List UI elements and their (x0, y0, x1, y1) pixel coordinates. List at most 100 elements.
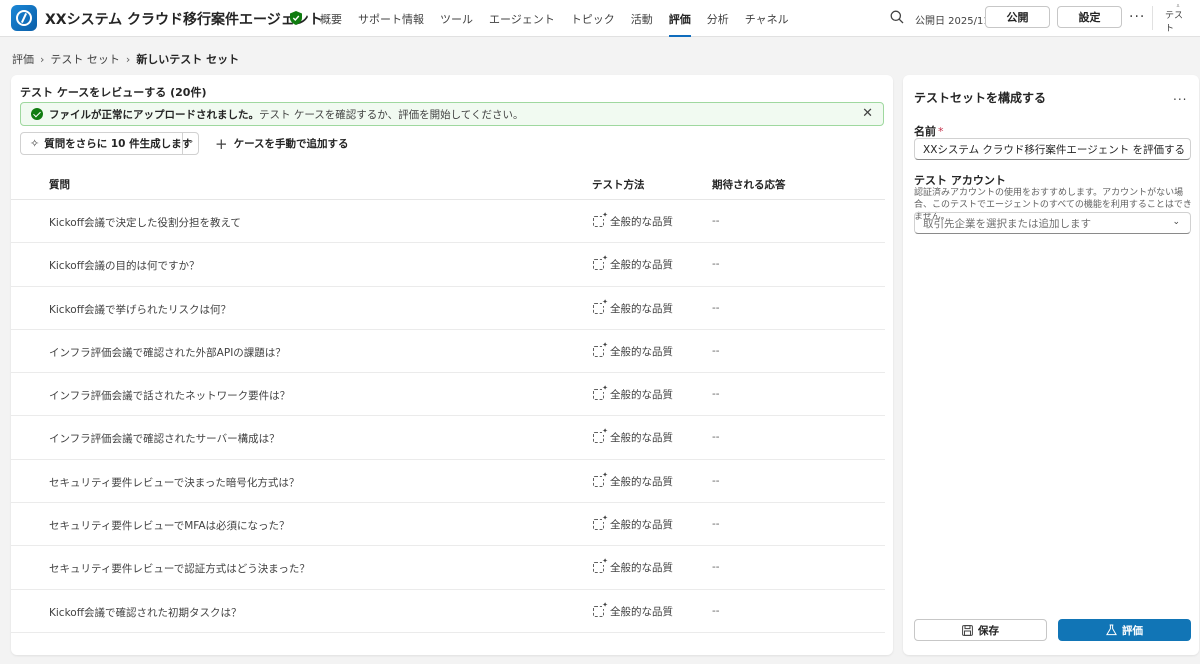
config-more-button[interactable]: ... (1173, 89, 1187, 103)
quality-icon (593, 427, 608, 444)
column-test-method[interactable]: テスト方法 (592, 177, 645, 192)
expected-response-cell: -- (712, 388, 720, 401)
add-case-manually-button[interactable]: + ケースを手動で追加する (215, 136, 349, 151)
quality-icon (593, 470, 608, 487)
chevron-right-icon: › (40, 52, 45, 66)
test-method-label: 全般的な品質 (610, 519, 673, 532)
nav-item-8[interactable]: チャネル (737, 0, 797, 37)
nav-item-2[interactable]: ツール (432, 0, 481, 37)
account-select[interactable]: 取引先企業を選択または追加します ⌄ (914, 212, 1191, 234)
generate-questions-button[interactable]: ✧ 質問をさらに 10 件生成します ⌄ (20, 132, 199, 155)
chevron-down-icon[interactable]: ⌄ (187, 136, 195, 146)
test-method-cell: 全般的な品質 (593, 600, 673, 619)
table-row[interactable]: Kickoff会議の目的は何ですか？ 全般的な品質 -- (11, 243, 885, 287)
close-icon[interactable]: ✕ (862, 107, 873, 120)
test-method-cell: 全般的な品質 (593, 254, 673, 272)
table-row[interactable]: Kickoff会議で決定した役割分担を教えて 全般的な品質 -- (11, 200, 885, 244)
nav-item-1[interactable]: サポート情報 (350, 0, 432, 37)
test-method-cell: 全般的な品質 (593, 340, 673, 359)
question-cell: セキュリティ要件レビューで認証方式はどう決まった？ (49, 563, 310, 576)
question-cell: インフラ評価会議で確認された外部APIの課題は？ (49, 346, 286, 359)
chevron-down-icon: ⌄ (1172, 217, 1180, 227)
quality-icon (593, 514, 608, 531)
quality-icon (593, 254, 608, 271)
expected-response-cell: -- (712, 518, 720, 531)
search-icon[interactable] (890, 10, 904, 24)
test-method-cell: 全般的な品質 (593, 384, 673, 402)
question-cell: セキュリティ要件レビューで決まった暗号化方式は？ (49, 476, 300, 489)
add-case-label: ケースを手動で追加する (233, 138, 349, 150)
test-method-label: 全般的な品質 (610, 389, 673, 402)
expected-response-cell: -- (712, 301, 720, 314)
test-method-cell: 全般的な品質 (593, 427, 673, 445)
question-cell: インフラ評価会議で確認されたサーバー構成は？ (49, 433, 280, 446)
test-method-label: 全般的な品質 (610, 605, 673, 618)
name-label: 名前 * (914, 123, 944, 139)
test-case-table: Kickoff会議で決定した役割分担を教えて全般的な品質--Kickoff会議の… (11, 200, 885, 633)
sparkle-icon: ✧ (30, 137, 40, 150)
table-row[interactable]: インフラ評価会議で確認された外部APIの課題は？ 全般的な品質 -- (11, 330, 885, 374)
main-nav: 概要 サポート情報 ツール エージェント トピック 活動 評価 分析 チャネル (312, 0, 797, 37)
expected-response-cell: -- (712, 344, 720, 357)
success-banner: ファイルが正常にアップロードされました。 テスト ケースを確認するか、評価を開始… (20, 102, 884, 126)
expected-response-cell: -- (712, 604, 720, 617)
table-row[interactable]: セキュリティ要件レビューで認証方式はどう決まった？ 全般的な品質 -- (11, 546, 885, 590)
review-heading: テスト ケースをレビューする (20件) (20, 86, 207, 99)
question-cell: Kickoff会議の目的は何ですか？ (49, 260, 200, 273)
publish-button[interactable]: 公開 (985, 6, 1050, 28)
more-options-button[interactable]: ··· (1129, 9, 1145, 25)
save-button[interactable]: 保存 (914, 619, 1047, 641)
nav-item-6[interactable]: 評価 (661, 0, 699, 37)
table-header: 質問 テスト方法 期待される応答 (11, 169, 885, 200)
evaluate-button[interactable]: 評価 (1058, 619, 1191, 641)
quality-icon (593, 297, 608, 314)
review-panel: テスト ケースをレビューする (20件) ファイルが正常にアップロードされました… (11, 75, 893, 655)
expected-response-cell: -- (712, 561, 720, 574)
test-button[interactable]: テスト (1165, 4, 1191, 34)
nav-item-4[interactable]: トピック (563, 0, 623, 37)
table-row[interactable]: セキュリティ要件レビューで決まった暗号化方式は？ 全般的な品質 -- (11, 460, 885, 504)
question-cell: セキュリティ要件レビューでMFAは必須になった？ (49, 520, 290, 533)
test-method-label: 全般的な品質 (610, 475, 673, 488)
question-cell: インフラ評価会議で話されたネットワーク要件は？ (49, 390, 291, 403)
nav-item-0[interactable]: 概要 (312, 0, 350, 37)
breadcrumb-item-evaluation[interactable]: 評価 (12, 51, 34, 67)
quality-icon (593, 557, 608, 574)
question-cell: Kickoff会議で確認された初期タスクは？ (49, 606, 242, 619)
nav-item-7[interactable]: 分析 (699, 0, 737, 37)
config-panel: テストセットを構成する ... 名前 * XXシステム クラウド移行案件エージェン… (903, 75, 1199, 655)
banner-message: テスト ケースを確認するか、評価を開始してください。 (259, 108, 524, 121)
name-label-text: 名前 (914, 125, 936, 138)
table-row[interactable]: Kickoff会議で挙げられたリスクは何？ 全般的な品質 -- (11, 287, 885, 330)
nav-item-5[interactable]: 活動 (623, 0, 661, 37)
nav-item-3[interactable]: エージェント (481, 0, 563, 37)
settings-button[interactable]: 設定 (1057, 6, 1122, 28)
test-account-label: テスト アカウント (914, 174, 1006, 187)
table-row[interactable]: インフラ評価会議で確認されたサーバー構成は？ 全般的な品質 -- (11, 416, 885, 460)
column-question[interactable]: 質問 (49, 177, 70, 192)
table-row[interactable]: セキュリティ要件レビューでMFAは必須になった？ 全般的な品質 -- (11, 503, 885, 547)
quality-icon (593, 211, 608, 227)
test-method-label: 全般的な品質 (610, 562, 673, 575)
flask-icon (1176, 4, 1180, 7)
expected-response-cell: -- (712, 474, 720, 487)
flask-icon (1106, 624, 1117, 636)
test-method-label: 全般的な品質 (610, 345, 673, 358)
column-expected-response[interactable]: 期待される応答 (712, 177, 786, 192)
evaluate-label: 評価 (1122, 624, 1143, 637)
expected-response-cell: -- (712, 258, 720, 271)
app-title: XXシステム クラウド移行案件エージェント (45, 12, 323, 28)
config-title: テストセットを構成する (914, 91, 1047, 105)
test-method-label: 全般的な品質 (610, 259, 673, 272)
breadcrumb-item-current: 新しいテスト セット (136, 53, 240, 66)
table-row[interactable]: インフラ評価会議で話されたネットワーク要件は？ 全般的な品質 -- (11, 373, 885, 417)
name-field[interactable]: XXシステム クラウド移行案件エージェント を評価する (914, 138, 1191, 160)
test-method-label: 全般的な品質 (610, 302, 673, 315)
save-label: 保存 (978, 624, 999, 637)
top-bar: XXシステム クラウド移行案件エージェント 概要 サポート情報 ツール エージェントト… (0, 0, 1200, 37)
table-row[interactable]: Kickoff会議で確認された初期タスクは？ 全般的な品質 -- (11, 590, 885, 633)
question-cell: Kickoff会議で挙げられたリスクは何？ (49, 303, 231, 316)
test-button-label: テスト (1165, 11, 1184, 34)
breadcrumb-item-test-set[interactable]: テスト セット (50, 51, 120, 67)
save-icon (962, 624, 973, 636)
